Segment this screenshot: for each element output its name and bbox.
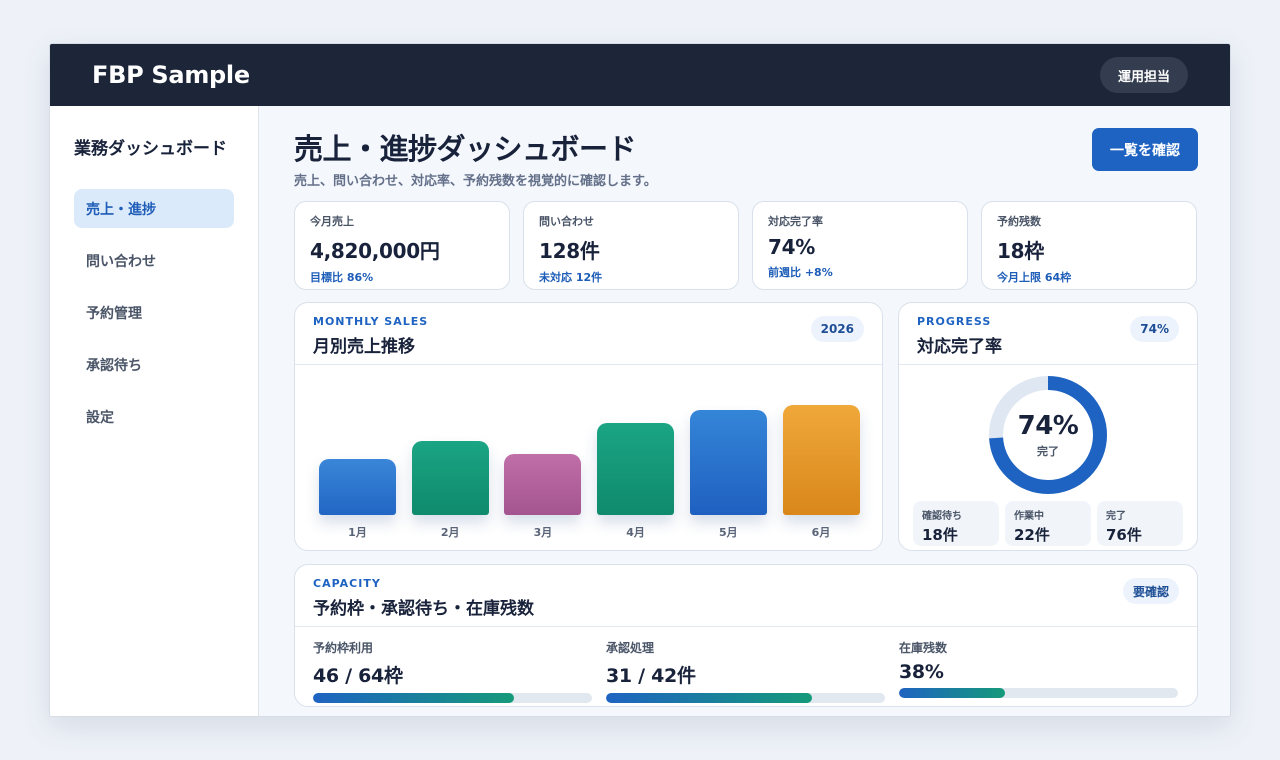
capacity-label: 在庫残数 bbox=[899, 641, 948, 655]
card-eyebrow: MONTHLY SALES bbox=[313, 315, 429, 328]
bar-3[interactable] bbox=[504, 454, 582, 515]
top-bar: FBP Sample 運用担当 bbox=[50, 44, 1230, 106]
bar-2[interactable] bbox=[411, 441, 489, 515]
stat-value: 18件 bbox=[922, 526, 958, 544]
x-tick-label: 3月 bbox=[533, 526, 553, 539]
kpi-label: 対応完了率 bbox=[768, 215, 823, 228]
bar-6[interactable] bbox=[782, 405, 860, 515]
capacity-progress-fill bbox=[313, 693, 514, 703]
x-tick-label: 1月 bbox=[348, 526, 367, 539]
kpi-value: 18枠 bbox=[997, 239, 1044, 263]
kpi-value: 74% bbox=[768, 235, 815, 259]
brand-logo[interactable]: FBP Sample bbox=[92, 61, 250, 89]
capacity-item-approvals: 承認処理 31 / 42件 bbox=[606, 639, 885, 703]
capacity-card: CAPACITY 予約枠・承認待ち・在庫残数 要確認 予約枠利用 46 / 64… bbox=[294, 564, 1198, 707]
bar-chart: 1月 2月 3月 4月 5月 6月 bbox=[295, 365, 882, 550]
card-header: MONTHLY SALES 月別売上推移 2026 bbox=[295, 303, 882, 365]
sidebar-title: 業務ダッシュボード bbox=[74, 139, 227, 159]
bar-4[interactable] bbox=[597, 423, 675, 515]
progress-chip: 74% bbox=[1130, 316, 1179, 342]
main-content: 売上・進捗ダッシュボード 売上、問い合わせ、対応率、予約残数を視覚的に確認します… bbox=[294, 106, 1198, 716]
kpi-card-reservations-left: 予約残数 18枠 今月上限 64枠 bbox=[981, 201, 1197, 290]
kpi-sub: 未対応 12件 bbox=[539, 271, 603, 284]
capacity-value: 38% bbox=[899, 661, 944, 683]
stat-label: 作業中 bbox=[1014, 511, 1044, 522]
page-title: 売上・進捗ダッシュボード bbox=[294, 132, 637, 166]
capacity-progress-fill bbox=[606, 693, 813, 703]
kpi-row: 今月売上 4,820,000円 目標比 86% 問い合わせ 128件 未対応 1… bbox=[294, 201, 1198, 290]
capacity-progress-bar bbox=[899, 688, 1178, 698]
page-subtitle: 売上、問い合わせ、対応率、予約残数を視覚的に確認します。 bbox=[294, 174, 657, 189]
donut-percent: 74% bbox=[1017, 411, 1079, 441]
capacity-value: 31 / 42件 bbox=[606, 665, 696, 687]
capacity-item-reservations: 予約枠利用 46 / 64枠 bbox=[313, 639, 592, 703]
capacity-progress-bar bbox=[606, 693, 885, 703]
donut-caption: 完了 bbox=[1037, 445, 1059, 458]
monthly-sales-card: MONTHLY SALES 月別売上推移 2026 1月 2月 3月 4月 5月 6月 bbox=[294, 302, 883, 551]
view-list-button[interactable]: 一覧を確認 bbox=[1092, 128, 1198, 171]
kpi-sub: 目標比 86% bbox=[310, 271, 374, 284]
sidebar-item-inquiries[interactable]: 問い合わせ bbox=[74, 241, 234, 280]
x-tick-label: 5月 bbox=[718, 526, 738, 539]
x-tick-label: 2月 bbox=[440, 526, 460, 539]
needs-review-chip[interactable]: 要確認 bbox=[1122, 578, 1179, 604]
user-role-button[interactable]: 運用担当 bbox=[1099, 57, 1188, 93]
year-chip[interactable]: 2026 bbox=[810, 316, 864, 342]
stat-value: 22件 bbox=[1014, 526, 1050, 544]
sidebar-item-sales-progress[interactable]: 売上・進捗 bbox=[74, 189, 234, 228]
card-header: PROGRESS 対応完了率 74% bbox=[899, 303, 1197, 365]
card-title: 予約枠・承認待ち・在庫残数 bbox=[313, 599, 534, 619]
stat-label: 確認待ち bbox=[922, 511, 962, 522]
progress-stats: 確認待ち 18件 作業中 22件 完了 76件 bbox=[913, 501, 1183, 546]
sidebar-item-approvals[interactable]: 承認待ち bbox=[74, 345, 234, 384]
kpi-label: 問い合わせ bbox=[539, 215, 594, 228]
x-tick-label: 4月 bbox=[626, 526, 645, 539]
kpi-sub: 前週比 +8% bbox=[768, 266, 833, 279]
card-title: 月別売上推移 bbox=[313, 337, 415, 357]
stat-value: 76件 bbox=[1106, 526, 1142, 544]
capacity-label: 承認処理 bbox=[606, 641, 655, 655]
donut-center: 74% 完了 bbox=[988, 375, 1108, 495]
kpi-sub: 今月上限 64枠 bbox=[997, 271, 1072, 284]
capacity-value: 46 / 64枠 bbox=[313, 665, 403, 687]
kpi-card-sales: 今月売上 4,820,000円 目標比 86% bbox=[294, 201, 510, 290]
x-tick-label: 6月 bbox=[811, 526, 831, 539]
kpi-value: 128件 bbox=[539, 239, 600, 263]
card-header: CAPACITY 予約枠・承認待ち・在庫残数 要確認 bbox=[295, 565, 1197, 627]
sidebar-item-settings[interactable]: 設定 bbox=[74, 397, 234, 436]
kpi-label: 今月売上 bbox=[310, 215, 354, 228]
stat-in-progress: 作業中 22件 bbox=[1005, 501, 1091, 546]
stat-done: 完了 76件 bbox=[1097, 501, 1183, 546]
stat-label: 完了 bbox=[1106, 511, 1126, 522]
bar-5[interactable] bbox=[689, 410, 767, 515]
sidebar-item-reservations[interactable]: 予約管理 bbox=[74, 293, 234, 332]
kpi-value: 4,820,000円 bbox=[310, 239, 440, 263]
capacity-items: 予約枠利用 46 / 64枠 承認処理 31 / 42件 在庫残数 38% bbox=[313, 639, 1179, 703]
app-window: FBP Sample 運用担当 業務ダッシュボード 売上・進捗 問い合わせ 予約… bbox=[49, 43, 1231, 717]
sidebar: 業務ダッシュボード 売上・進捗 問い合わせ 予約管理 承認待ち 設定 bbox=[50, 106, 259, 716]
bar-1[interactable] bbox=[319, 459, 396, 515]
card-eyebrow: CAPACITY bbox=[313, 577, 381, 590]
capacity-label: 予約枠利用 bbox=[313, 641, 374, 655]
kpi-card-completion-rate: 対応完了率 74% 前週比 +8% bbox=[752, 201, 968, 290]
progress-card: PROGRESS 対応完了率 74% 74% 完了 確認待ち 18件 作業中 2… bbox=[898, 302, 1198, 551]
capacity-progress-bar bbox=[313, 693, 592, 703]
capacity-progress-fill bbox=[899, 688, 1006, 698]
kpi-card-inquiries: 問い合わせ 128件 未対応 12件 bbox=[523, 201, 739, 290]
donut-chart: 74% 完了 bbox=[988, 375, 1108, 495]
kpi-label: 予約残数 bbox=[997, 215, 1041, 228]
stat-pending: 確認待ち 18件 bbox=[913, 501, 999, 546]
capacity-item-stock: 在庫残数 38% bbox=[899, 639, 1178, 703]
